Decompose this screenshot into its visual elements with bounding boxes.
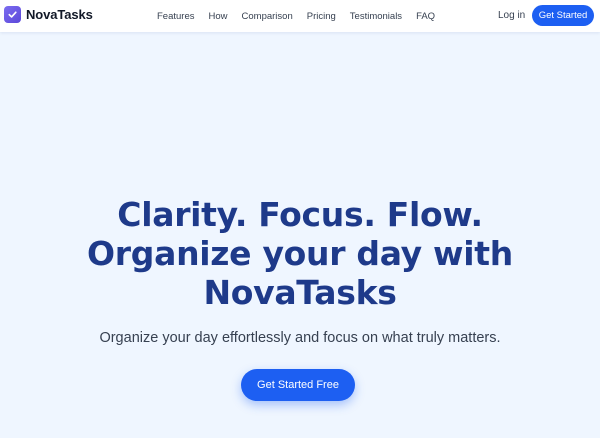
hero-title: Clarity. Focus. Flow. Organize your day … [0, 195, 600, 312]
nav-link-how[interactable]: How [209, 11, 228, 22]
get-started-free-button[interactable]: Get Started Free [241, 369, 355, 401]
nav-link-features[interactable]: Features [157, 11, 195, 22]
nav-link-faq[interactable]: FAQ [416, 11, 435, 22]
hero-title-line-1: Clarity. Focus. Flow. [117, 195, 483, 234]
top-navbar: NovaTasks Features How Comparison Pricin… [0, 0, 600, 32]
nav-links: Features How Comparison Pricing Testimon… [157, 0, 449, 32]
hero-subtitle: Organize your day effortlessly and focus… [99, 330, 501, 346]
hero-title-line-3: NovaTasks [203, 273, 397, 312]
get-started-button[interactable]: Get Started [532, 5, 594, 26]
nav-link-comparison[interactable]: Comparison [242, 11, 293, 22]
brand-name: NovaTasks [26, 7, 93, 22]
nav-link-pricing[interactable]: Pricing [307, 11, 336, 22]
login-link[interactable]: Log in [498, 10, 525, 21]
check-icon [4, 6, 21, 23]
brand[interactable]: NovaTasks [4, 6, 93, 23]
hero-title-line-2: Organize your day with [87, 234, 513, 273]
nav-link-testimonials[interactable]: Testimonials [350, 11, 402, 22]
